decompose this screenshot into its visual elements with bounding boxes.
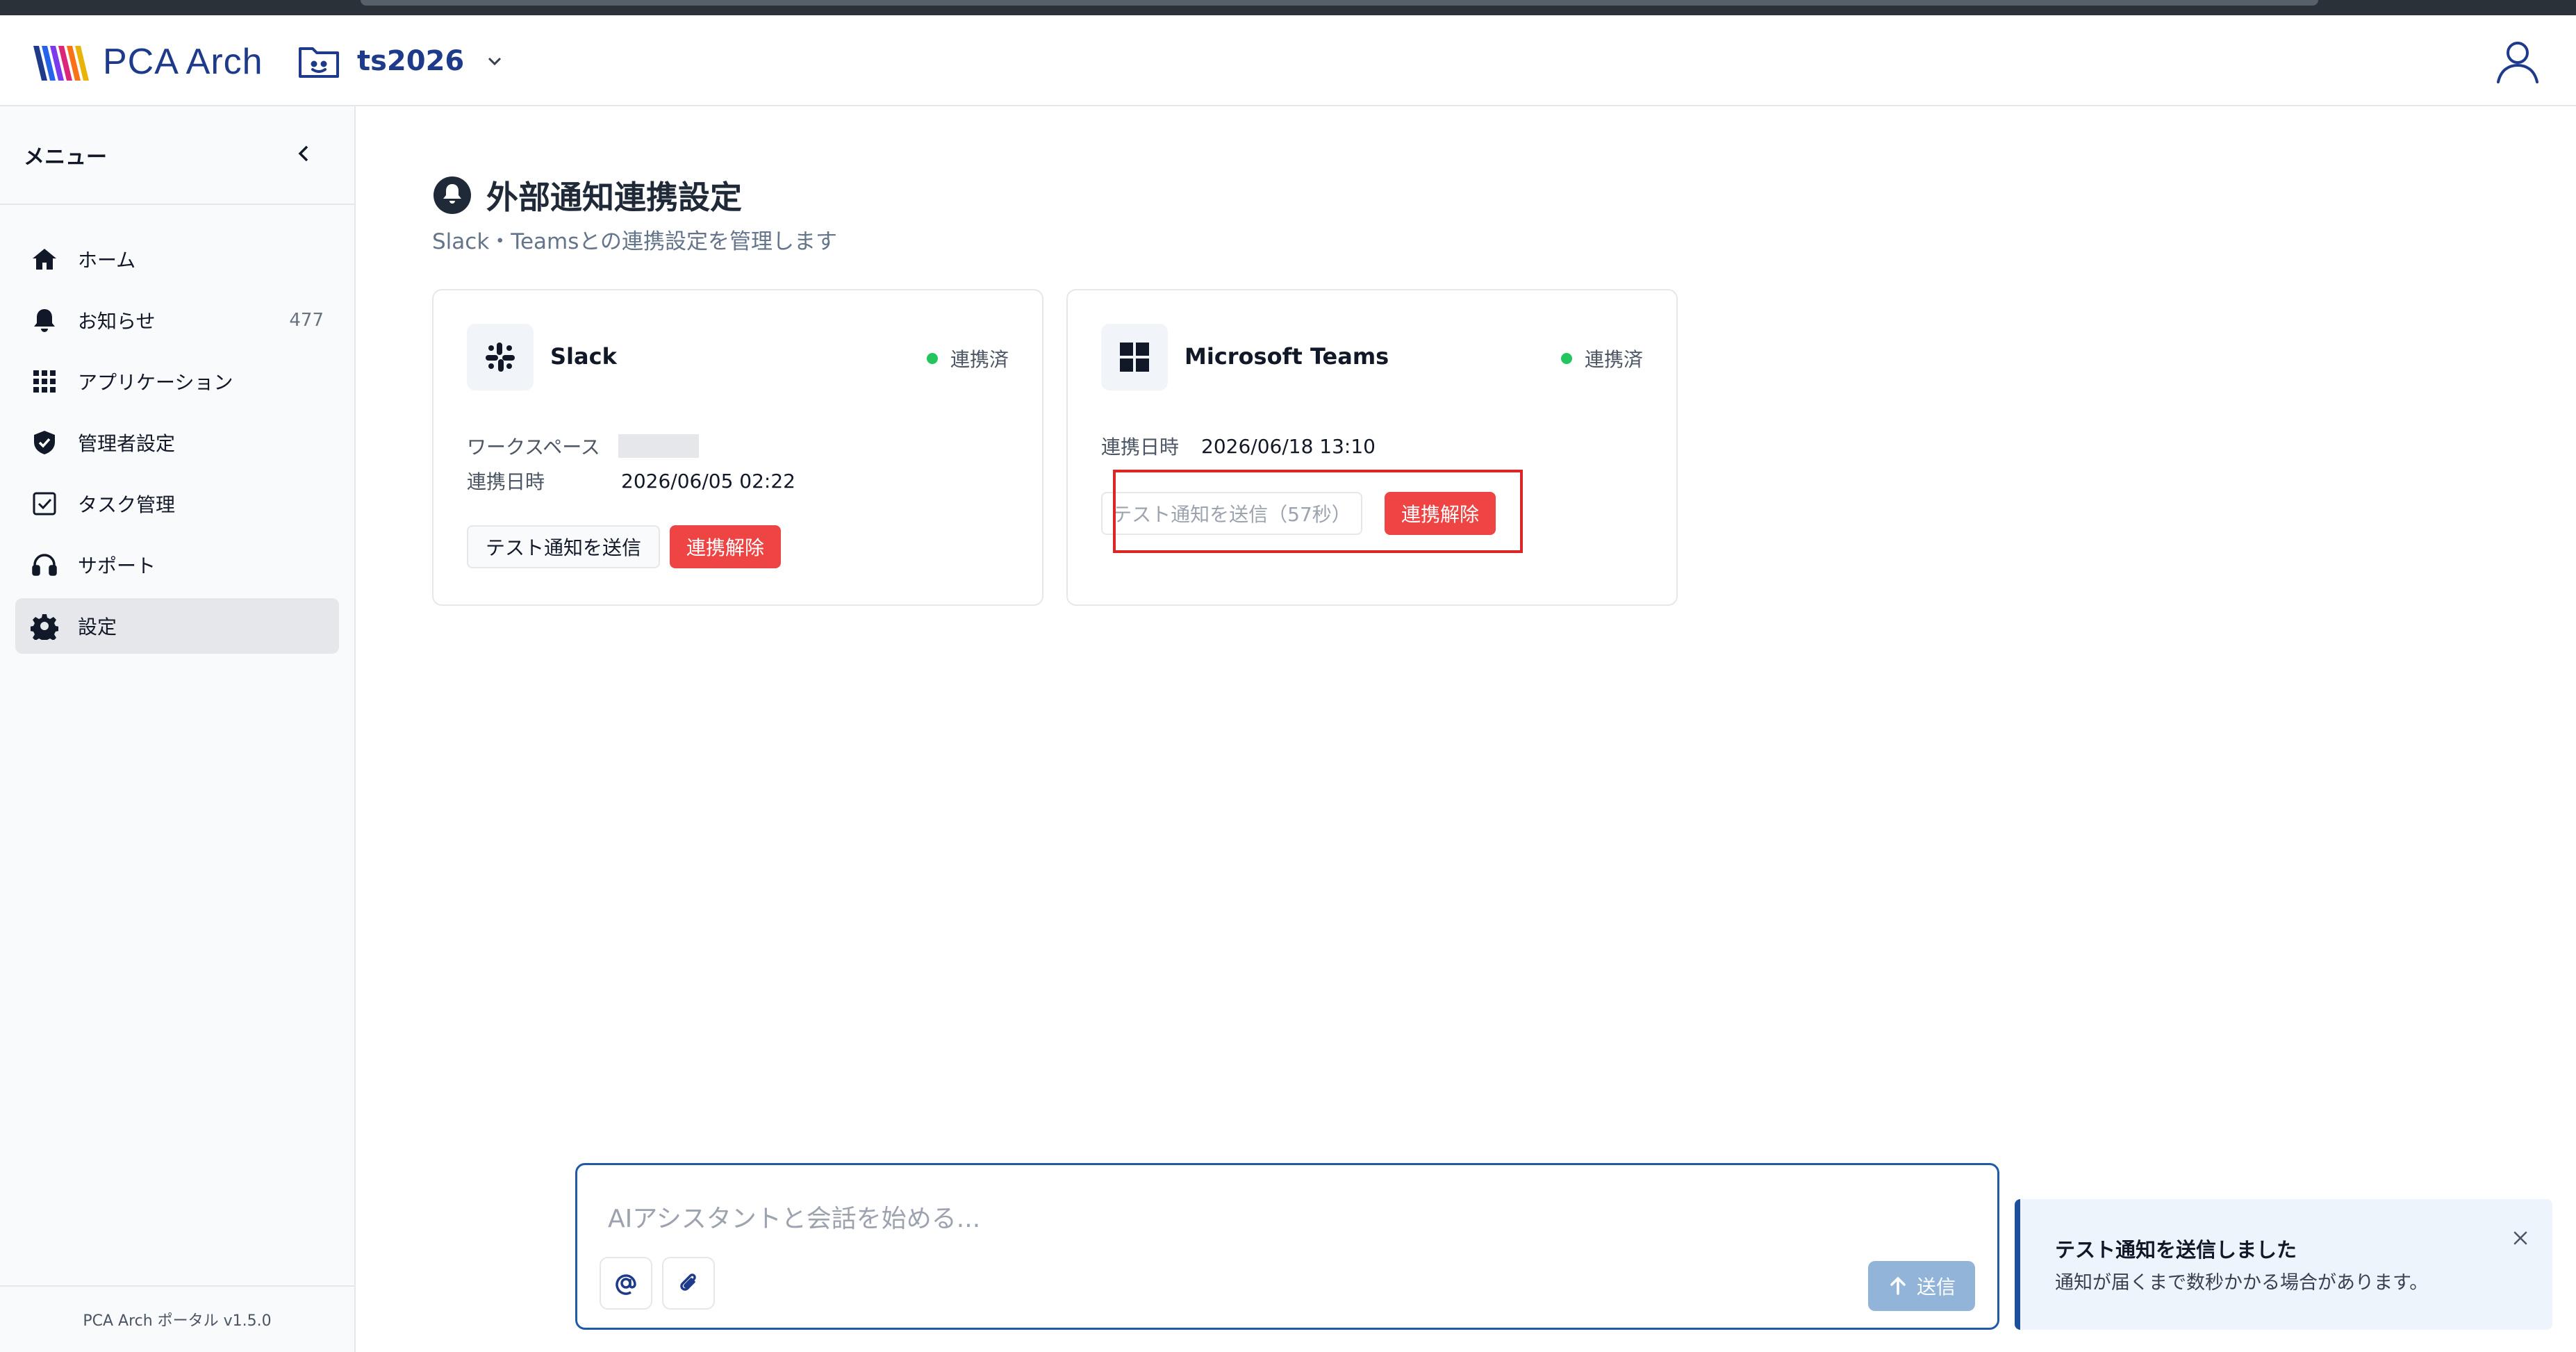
version-footer: PCA Arch ポータル v1.5.0	[0, 1285, 354, 1352]
sidebar-item-label: タスク管理	[78, 493, 176, 516]
chevron-down-icon	[488, 57, 502, 66]
slack-title: Slack	[550, 343, 617, 370]
sidebar-item-applications[interactable]: アプリケーション	[15, 354, 339, 409]
sidebar-item-notifications[interactable]: お知らせ 477	[15, 292, 339, 348]
home-icon	[33, 249, 56, 270]
teams-status: 連携済	[1560, 345, 1643, 372]
at-sign-icon	[616, 1274, 636, 1295]
slack-integration-card: Slack 連携済 ワークスペース 連携日時 2026/06/05 02:22 …	[432, 289, 1043, 606]
app-header: PCA Arch ts2026	[0, 15, 2576, 106]
sidebar-item-settings[interactable]: 設定	[15, 598, 339, 654]
logo-text: PCA Arch	[103, 42, 263, 82]
sidebar-item-label: ホーム	[78, 249, 136, 272]
bell-circle-icon	[434, 176, 471, 214]
project-selector[interactable]: ts2026	[297, 42, 504, 81]
gear-icon	[31, 614, 58, 640]
send-label: 送信	[1916, 1276, 1956, 1299]
connected-date-value: 2026/06/18 13:10	[1201, 434, 1376, 458]
windows-icon	[1120, 343, 1149, 372]
project-name: ts2026	[357, 45, 465, 77]
toast-message: 通知が届くまで数秒かかる場合があります。	[2055, 1272, 2429, 1294]
menu-header: メニュー	[0, 106, 354, 205]
status-label: 連携済	[950, 348, 1009, 371]
workspace-label: ワークスペース	[467, 436, 600, 459]
bell-icon	[34, 309, 55, 332]
page-header: 外部通知連携設定	[432, 172, 742, 218]
connected-date-value: 2026/06/05 02:22	[621, 469, 795, 493]
close-icon[interactable]	[2511, 1228, 2530, 1248]
sidebar-nav: ホーム お知らせ 477 アプリケーション 管理者設定 タスク管理 サポート 設…	[0, 205, 354, 654]
toast-notification: テスト通知を送信しました 通知が届くまで数秒かかる場合があります。	[2015, 1199, 2552, 1330]
window-top-strip	[0, 0, 2576, 15]
sidebar-item-label: 管理者設定	[78, 432, 176, 455]
highlight-box	[1113, 470, 1523, 553]
sidebar-item-label: 設定	[78, 616, 117, 638]
page-subtitle: Slack・Teamsとの連携設定を管理します	[432, 229, 838, 254]
slack-logo	[467, 324, 534, 390]
teams-title: Microsoft Teams	[1184, 343, 1389, 370]
notification-count: 477	[289, 310, 324, 331]
menu-title: メニュー	[24, 145, 107, 170]
mention-button[interactable]	[600, 1257, 652, 1310]
sidebar-item-support[interactable]: サポート	[15, 537, 339, 593]
slack-status: 連携済	[926, 345, 1009, 372]
sidebar-item-home[interactable]: ホーム	[15, 231, 339, 287]
workspace-value-redacted	[618, 434, 699, 458]
folder-icon	[299, 47, 339, 78]
workspace-row: ワークスペース	[467, 432, 699, 460]
sidebar-item-admin-settings[interactable]: 管理者設定	[15, 415, 339, 470]
sidebar-item-label: お知らせ	[78, 310, 156, 333]
send-button[interactable]: 送信	[1868, 1261, 1975, 1311]
checkbox-icon	[33, 492, 56, 516]
collapse-sidebar-icon[interactable]	[292, 141, 317, 166]
slack-test-notification-button[interactable]: テスト通知を送信	[467, 525, 660, 568]
slack-disconnect-button[interactable]: 連携解除	[670, 525, 781, 568]
arrow-up-icon	[1890, 1276, 1906, 1295]
connected-dot-icon	[926, 353, 938, 364]
user-account-icon[interactable]	[2493, 36, 2543, 86]
connected-date-label: 連携日時	[467, 470, 545, 493]
ai-chat-box[interactable]: AIアシスタントと会話を始める... 送信	[575, 1163, 1999, 1330]
status-label: 連携済	[1584, 348, 1643, 371]
slack-icon	[486, 343, 515, 372]
connected-date-row: 連携日時 2026/06/18 13:10	[1101, 432, 1376, 460]
page-title: 外部通知連携設定	[486, 179, 742, 216]
sidebar-item-tasks[interactable]: タスク管理	[15, 476, 339, 531]
sidebar-item-label: アプリケーション	[78, 371, 233, 394]
sidebar: メニュー ホーム お知らせ 477 アプリケーション 管理者設定 タスク管理 サ…	[0, 106, 356, 1352]
chat-input[interactable]: AIアシスタントと会話を始める...	[608, 1198, 980, 1235]
teams-logo	[1101, 324, 1168, 390]
grid-icon	[33, 370, 56, 393]
connected-date-label: 連携日時	[1101, 436, 1180, 459]
teams-integration-card: Microsoft Teams 連携済 連携日時 2026/06/18 13:1…	[1066, 289, 1678, 606]
logo[interactable]: PCA Arch	[32, 40, 263, 83]
paperclip-icon	[680, 1273, 696, 1291]
headset-icon	[32, 554, 57, 576]
toast-title: テスト通知を送信しました	[2055, 1238, 2297, 1262]
logo-mark-icon	[33, 46, 89, 81]
sidebar-item-label: サポート	[78, 554, 156, 577]
connected-dot-icon	[1560, 353, 1572, 364]
shield-icon	[34, 431, 55, 454]
connected-date-row: 連携日時 2026/06/05 02:22	[467, 467, 795, 495]
attach-button[interactable]	[662, 1257, 715, 1310]
